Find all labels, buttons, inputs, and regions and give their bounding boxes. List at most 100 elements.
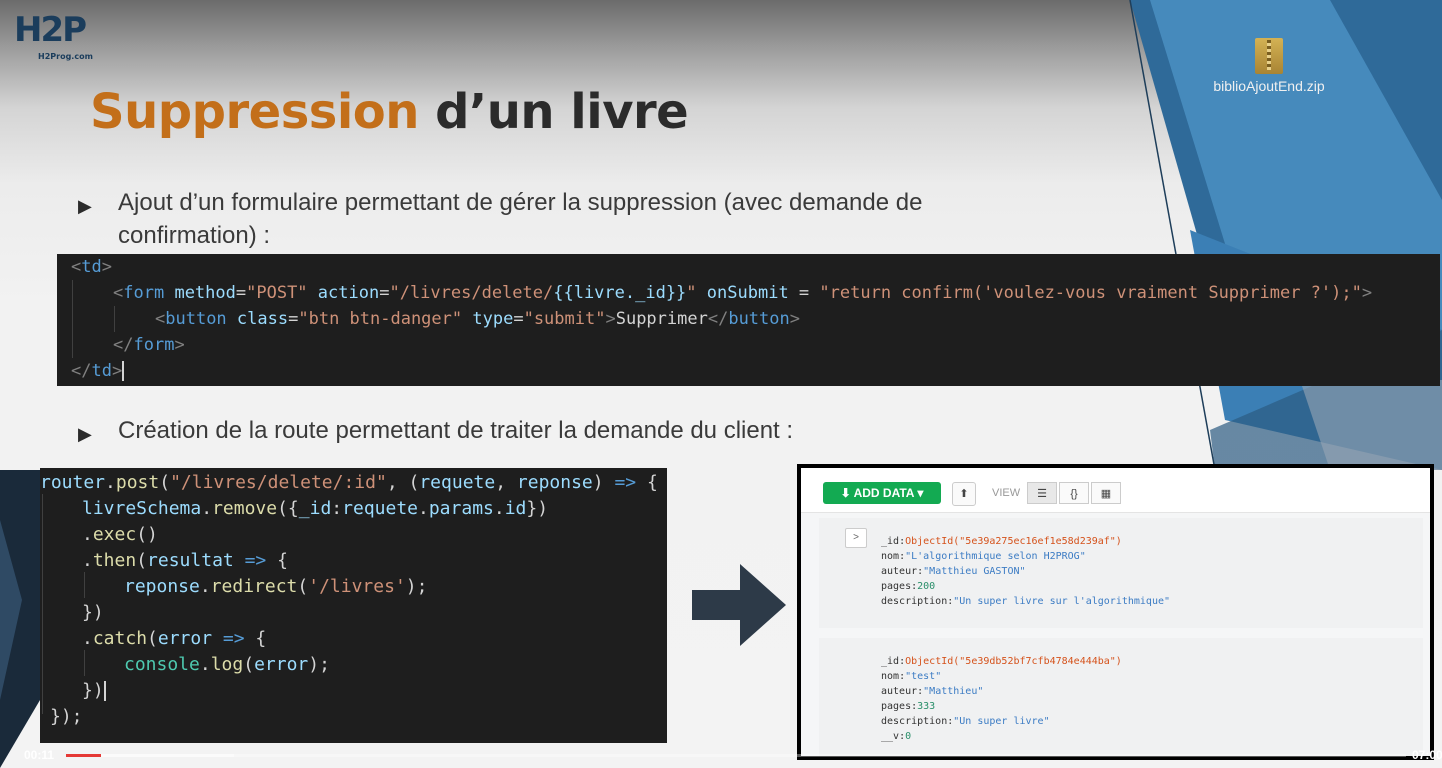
token: button <box>728 309 790 329</box>
token: resultat <box>147 550 234 571</box>
token: td <box>81 257 102 277</box>
token: log <box>210 654 244 675</box>
token: requete <box>419 472 496 493</box>
code-line: <button class="btn btn-danger" type="sub… <box>155 306 800 332</box>
json-view-icon[interactable]: {} <box>1059 482 1089 504</box>
list-view-icon[interactable]: ☰ <box>1027 482 1057 504</box>
documents-view: ⬇ ADD DATA ▾ ⬆ VIEW ☰ {} ▦ > _id:ObjectI… <box>801 468 1430 756</box>
token: () <box>136 524 158 545</box>
token: = <box>379 283 390 303</box>
token: ( <box>147 628 158 649</box>
token: exec <box>92 524 137 545</box>
field-value: "test" <box>905 671 942 682</box>
token: < <box>71 257 82 277</box>
token: = <box>788 283 820 303</box>
token: ); <box>308 654 330 675</box>
upload-icon[interactable]: ⬆ <box>952 482 976 506</box>
right-arrow-icon <box>692 564 786 646</box>
document-card[interactable]: _id:ObjectId("5e39db52bf7cfb4784e444ba")… <box>819 638 1423 756</box>
expand-document-button[interactable]: > <box>845 528 867 548</box>
token: > <box>789 309 800 329</box>
bullet-item-form: ▶ Ajout d’un formulaire permettant de gé… <box>78 186 998 252</box>
table-view-icon[interactable]: ▦ <box>1091 482 1121 504</box>
token: => <box>614 472 637 493</box>
field-key: auteur <box>881 566 918 577</box>
mongodb-compass-panel: ⬇ ADD DATA ▾ ⬆ VIEW ☰ {} ▦ > _id:ObjectI… <box>797 464 1434 760</box>
code-line: .exec() <box>82 522 158 548</box>
token: remove <box>212 498 278 519</box>
token: </ <box>707 309 729 329</box>
h2prog-logo: H2P H2Prog.com <box>14 10 93 62</box>
token: button <box>165 309 227 329</box>
token: . <box>493 498 505 519</box>
document-field: pages:333 <box>881 699 935 714</box>
token: , <box>495 472 517 493</box>
progress-track[interactable] <box>66 754 1406 757</box>
token: > <box>174 335 185 355</box>
token: ( <box>136 550 148 571</box>
token: </ <box>113 335 134 355</box>
token: . <box>199 576 211 597</box>
view-label: VIEW <box>992 487 1021 499</box>
document-card[interactable]: > _id:ObjectId("5e39a275ec16ef1e58d239af… <box>819 518 1423 628</box>
title-rest: d’un livre <box>418 84 689 140</box>
field-key: description <box>881 716 948 727</box>
field-value: "Un super livre" <box>953 716 1050 727</box>
token: requete <box>342 498 418 519</box>
add-data-label: ADD DATA ▾ <box>853 486 924 500</box>
indent-guide <box>84 650 85 676</box>
token: = <box>288 309 299 329</box>
token: }) <box>82 602 104 623</box>
bullet-text: Ajout d’un formulaire permettant de gére… <box>118 189 923 249</box>
bullet-arrow-icon: ▶ <box>78 424 92 444</box>
token: ( <box>159 472 171 493</box>
token: "return confirm('voulez-vous vraiment Su… <box>819 283 1362 303</box>
logo-site-text: H2Prog.com <box>38 52 93 61</box>
documents-toolbar: ⬇ ADD DATA ▾ ⬆ VIEW ☰ {} ▦ <box>801 468 1430 513</box>
document-field: description:"Un super livre" <box>881 714 1050 729</box>
token: . <box>82 550 93 571</box>
field-value: ObjectId("5e39a275ec16ef1e58d239af") <box>905 536 1122 547</box>
token: < <box>113 283 124 303</box>
code-line: reponse.redirect('/livres'); <box>124 574 427 600</box>
token: class <box>236 309 289 329</box>
field-value: "L'algorithmique selon H2PROG" <box>905 551 1086 562</box>
document-field: auteur:"Matthieu GASTON" <box>881 564 1026 579</box>
field-value: ObjectId("5e39db52bf7cfb4784e444ba") <box>905 656 1122 667</box>
token: "/livres/delete/ <box>389 283 554 303</box>
token: post <box>115 472 160 493</box>
token: ({ <box>277 498 299 519</box>
token: "/livres/delete/:id" <box>170 472 387 493</box>
token: "POST" <box>246 283 308 303</box>
indent-guide <box>42 494 43 714</box>
token: type <box>472 309 514 329</box>
zip-archive-icon <box>1255 38 1283 74</box>
token: ( <box>297 576 309 597</box>
document-field: description:"Un super livre sur l'algori… <box>881 594 1170 609</box>
add-data-button[interactable]: ⬇ ADD DATA ▾ <box>823 482 941 504</box>
token: then <box>92 550 137 571</box>
token: console <box>124 654 200 675</box>
token: { <box>266 550 288 571</box>
desktop-file-zip[interactable]: biblioAjoutEnd.zip <box>1206 38 1332 94</box>
token: }) <box>526 498 549 519</box>
token: ) <box>592 472 615 493</box>
token: , ( <box>386 472 420 493</box>
token: > <box>111 361 123 381</box>
current-time: 00:11 <box>24 748 55 762</box>
token: ( <box>243 654 255 675</box>
token: livreSchema <box>82 498 202 519</box>
token: > <box>101 257 112 277</box>
indent-guide <box>84 572 85 598</box>
code-line: .then(resultat => { <box>82 548 288 574</box>
logo-mark: H2P <box>14 10 87 50</box>
document-field: nom:"L'algorithmique selon H2PROG" <box>881 549 1086 564</box>
indent-guide <box>114 306 115 332</box>
field-key: nom <box>881 551 900 562</box>
